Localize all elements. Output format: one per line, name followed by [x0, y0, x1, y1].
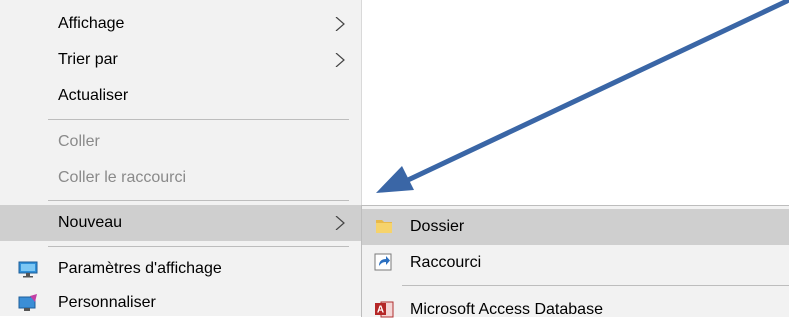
context-menu: Affichage Trier par Actualiser Coller Co…: [0, 0, 362, 316]
menu-item-label: Paramètres d'affichage: [58, 260, 222, 277]
chevron-right-icon: [335, 216, 345, 230]
menu-item-affichage[interactable]: Affichage: [0, 6, 361, 42]
menu-item-label: Coller le raccourci: [58, 169, 187, 186]
menu-item-label: Affichage: [58, 15, 125, 32]
chevron-right-icon: [335, 53, 345, 67]
chevron-right-icon: [335, 17, 345, 31]
folder-icon: [376, 220, 392, 233]
submenu-item-access-database[interactable]: A Microsoft Access Database: [362, 292, 789, 328]
shortcut-icon: [374, 253, 392, 271]
menu-item-label: Microsoft Access Database: [410, 301, 603, 318]
menu-item-parametres-affichage[interactable]: Paramètres d'affichage: [0, 251, 361, 287]
menu-item-label: Coller: [58, 133, 100, 150]
menu-item-label: Actualiser: [58, 87, 129, 104]
svg-text:A: A: [377, 305, 384, 316]
submenu-item-raccourci[interactable]: Raccourci: [362, 245, 789, 281]
display-settings-icon: [18, 261, 38, 278]
personalize-icon: [18, 294, 37, 311]
submenu-item-dossier[interactable]: Dossier: [362, 209, 789, 245]
new-submenu: Dossier Raccourci A Microsoft Access Dat…: [361, 205, 789, 318]
menu-item-label: Trier par: [58, 51, 118, 68]
menu-item-trier-par[interactable]: Trier par: [0, 42, 361, 78]
menu-separator: [48, 200, 349, 201]
menu-item-coller[interactable]: Coller: [0, 124, 361, 160]
menu-separator: [48, 246, 349, 247]
menu-item-coller-raccourci[interactable]: Coller le raccourci: [0, 160, 361, 196]
menu-item-label: Dossier: [410, 218, 465, 235]
access-icon: A: [375, 301, 394, 318]
menu-item-label: Nouveau: [58, 214, 123, 231]
menu-item-actualiser[interactable]: Actualiser: [0, 78, 361, 114]
menu-item-label: Raccourci: [410, 254, 482, 271]
menu-separator: [48, 119, 349, 120]
menu-item-nouveau[interactable]: Nouveau: [0, 205, 361, 241]
menu-separator: [402, 285, 789, 286]
